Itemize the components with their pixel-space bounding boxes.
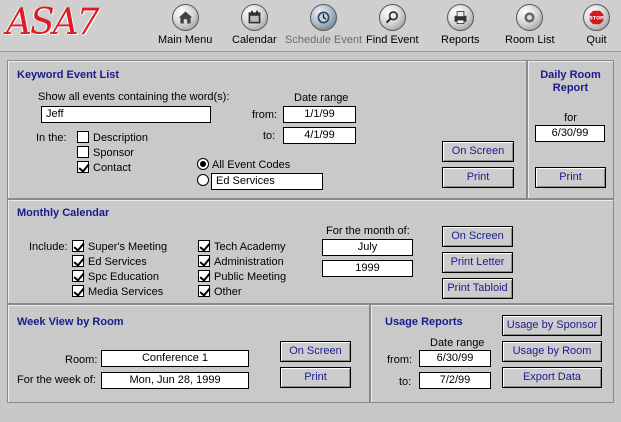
administration-checkbox[interactable] [198, 255, 210, 267]
tech-academy-label: Tech Academy [214, 241, 286, 253]
print-letter-button[interactable]: Print Letter [442, 252, 513, 273]
keyword-input[interactable]: Jeff [41, 106, 211, 123]
usage-from-input[interactable]: 6/30/99 [419, 350, 491, 367]
keyword-to-input[interactable]: 4/1/99 [283, 127, 356, 144]
supers-meeting-checkbox[interactable] [72, 240, 84, 252]
other-checkbox[interactable] [198, 285, 210, 297]
include-label: Include: [29, 241, 68, 253]
keyword-date-range-label: Date range [294, 92, 349, 104]
usage-from-label: from: [387, 354, 413, 366]
ed-services-checkbox[interactable] [72, 255, 84, 267]
find-event-button[interactable]: Find Event [366, 4, 419, 46]
all-event-codes-label: All Event Codes [212, 159, 291, 171]
main-menu-button[interactable]: Main Menu [158, 4, 212, 46]
house-icon [171, 4, 199, 31]
quit-label: Quit [586, 34, 607, 46]
year-input[interactable]: 1999 [322, 260, 413, 277]
keyword-from-label: from: [252, 109, 278, 121]
daily-room-title-line2: Report [552, 82, 589, 94]
administration-label: Administration [214, 256, 284, 268]
event-code-select[interactable]: Ed Services [211, 173, 323, 190]
room-list-label: Room List [505, 34, 555, 46]
reports-label: Reports [441, 34, 480, 46]
schedule-event-label: Schedule Event [285, 34, 363, 46]
tech-academy-checkbox[interactable] [198, 240, 210, 252]
calendar-label: Calendar [232, 34, 277, 46]
stop-sign-icon: STOP [583, 4, 610, 31]
month-of-label: For the month of: [326, 225, 410, 237]
toolbar: ASA7 Main Menu Calendar Schedule Event F… [0, 0, 621, 52]
list-icon [516, 4, 544, 31]
find-event-label: Find Event [366, 34, 419, 46]
monthly-calendar-title: Monthly Calendar [17, 207, 110, 219]
week-of-input[interactable]: Mon, Jun 28, 1999 [101, 372, 249, 389]
spc-education-label: Spc Education [88, 271, 159, 283]
usage-to-label: to: [399, 376, 412, 388]
sponsor-checkbox[interactable] [77, 146, 89, 158]
usage-by-room-button[interactable]: Usage by Room [502, 341, 602, 362]
public-meeting-label: Public Meeting [214, 271, 287, 283]
all-event-codes-radio[interactable] [197, 158, 209, 170]
show-events-label: Show all events containing the word(s): [38, 91, 230, 103]
monthly-on-screen-button[interactable]: On Screen [442, 226, 513, 247]
keyword-event-title: Keyword Event List [17, 69, 120, 81]
description-label: Description [93, 132, 149, 144]
schedule-event-button[interactable]: Schedule Event [285, 4, 362, 46]
keyword-print-button[interactable]: Print [442, 167, 514, 188]
other-label: Other [214, 286, 242, 298]
public-meeting-checkbox[interactable] [198, 270, 210, 282]
magnifier-icon [378, 4, 406, 31]
spc-education-checkbox[interactable] [72, 270, 84, 282]
room-select[interactable]: Conference 1 [101, 350, 249, 367]
main-menu-label: Main Menu [158, 34, 213, 46]
quit-button[interactable]: STOP Quit [583, 4, 610, 46]
room-label: Room: [65, 354, 98, 366]
supers-meeting-label: Super's Meeting [88, 241, 168, 253]
specific-event-code-radio[interactable] [197, 174, 209, 186]
printer-icon [446, 4, 474, 31]
calendar-icon [240, 4, 268, 31]
daily-room-title-line1: Daily Room [540, 69, 601, 81]
usage-date-range-label: Date range [430, 337, 485, 349]
keyword-on-screen-button[interactable]: On Screen [442, 141, 514, 162]
week-print-button[interactable]: Print [280, 367, 351, 388]
daily-for-label: for [564, 112, 577, 124]
keyword-from-input[interactable]: 1/1/99 [283, 106, 356, 123]
reports-button[interactable]: Reports [441, 4, 480, 46]
app-logo: ASA7 [6, 2, 100, 43]
daily-print-button[interactable]: Print [535, 167, 606, 188]
contact-label: Contact [93, 162, 131, 174]
usage-by-sponsor-button[interactable]: Usage by Sponsor [502, 315, 602, 336]
svg-text:STOP: STOP [590, 16, 604, 22]
media-services-checkbox[interactable] [72, 285, 84, 297]
week-of-label: For the week of: [17, 374, 96, 386]
media-services-label: Media Services [88, 286, 164, 298]
sponsor-label: Sponsor [93, 147, 134, 159]
calendar-button[interactable]: Calendar [232, 4, 277, 46]
ed-services-label: Ed Services [88, 256, 147, 268]
usage-reports-title: Usage Reports [385, 316, 463, 328]
week-on-screen-button[interactable]: On Screen [280, 341, 351, 362]
room-list-button[interactable]: Room List [505, 4, 555, 46]
contact-checkbox[interactable] [77, 161, 89, 173]
keyword-to-label: to: [263, 130, 276, 142]
export-data-button[interactable]: Export Data [502, 367, 602, 388]
print-tabloid-button[interactable]: Print Tabloid [442, 278, 513, 299]
usage-to-input[interactable]: 7/2/99 [419, 372, 491, 389]
in-the-label: In the: [36, 132, 67, 144]
month-select[interactable]: July [322, 239, 413, 256]
clock-icon [310, 4, 338, 31]
description-checkbox[interactable] [77, 131, 89, 143]
week-view-title: Week View by Room [17, 316, 124, 328]
daily-date-input[interactable]: 6/30/99 [535, 125, 605, 142]
